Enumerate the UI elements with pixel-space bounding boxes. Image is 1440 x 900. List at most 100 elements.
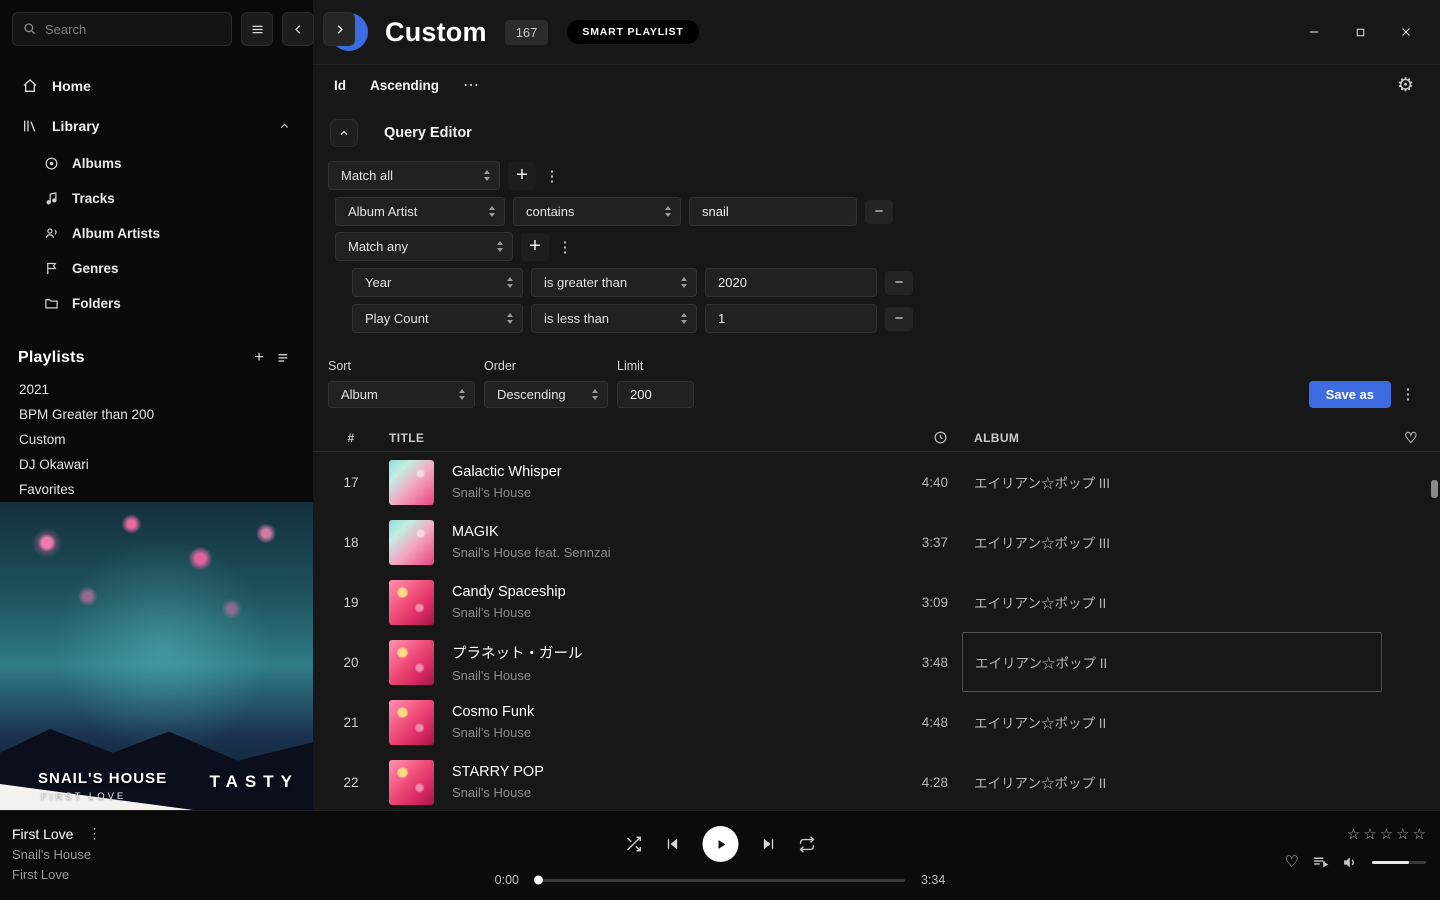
sidebar-item-album-artists[interactable]: Album Artists <box>44 216 313 251</box>
collapse-query-editor-button[interactable] <box>330 119 358 147</box>
volume-slider[interactable] <box>1372 861 1426 864</box>
settings-gear-button[interactable]: ⚙ <box>1397 76 1414 95</box>
select-value: Album <box>341 387 378 402</box>
column-title[interactable]: TITLE <box>389 431 872 445</box>
group-options-button[interactable]: ⋮ <box>557 233 573 261</box>
close-button[interactable] <box>1398 24 1414 40</box>
search-input[interactable] <box>45 22 221 37</box>
favorite-button[interactable]: ♡ <box>1285 852 1299 872</box>
track-album-focused[interactable]: エイリアン☆ポップ II <box>962 632 1382 692</box>
rule-field-select[interactable]: Year <box>352 268 523 297</box>
select-value: Album Artist <box>348 204 417 219</box>
table-row[interactable]: 22 STARRY POP Snail's House 4:28 エイリアン☆ポ… <box>313 752 1440 810</box>
rule-value-input[interactable] <box>689 197 857 226</box>
more-options-button[interactable]: ⋯ <box>463 75 480 95</box>
menu-button[interactable] <box>241 12 273 46</box>
add-playlist-button[interactable]: + <box>247 347 271 369</box>
track-artist: Snail's House <box>452 668 583 683</box>
playlist-item[interactable]: 2021 <box>0 377 313 402</box>
limit-input[interactable] <box>617 381 694 408</box>
search-box[interactable] <box>12 12 232 46</box>
table-row[interactable]: 19 Candy Spaceship Snail's House 3:09 エイ… <box>313 572 1440 632</box>
spinner-icon <box>484 170 490 181</box>
seek-slider[interactable] <box>535 879 905 882</box>
scrollbar-thumb[interactable] <box>1431 480 1438 498</box>
repeat-button[interactable] <box>799 836 816 853</box>
star-icon[interactable]: ☆ <box>1347 825 1360 843</box>
select-value: contains <box>526 204 574 219</box>
column-favorite[interactable]: ♡ <box>1404 429 1418 447</box>
column-number[interactable]: # <box>313 431 389 445</box>
match-all-select[interactable]: Match all <box>328 161 500 190</box>
star-icon[interactable]: ☆ <box>1396 825 1409 843</box>
rule-operator-select[interactable]: contains <box>513 197 681 226</box>
sort-field-button[interactable]: Id <box>334 78 346 93</box>
playlist-item[interactable]: BPM Greater than 200 <box>0 402 313 427</box>
queue-button[interactable] <box>1312 854 1329 871</box>
table-row[interactable]: 17 Galactic Whisper Snail's House 4:40 エ… <box>313 452 1440 512</box>
sidebar-item-albums[interactable]: Albums <box>44 146 313 181</box>
remove-rule-button[interactable]: − <box>885 307 913 331</box>
chevron-up-icon[interactable] <box>278 120 291 133</box>
track-album[interactable]: エイリアン☆ポップ II <box>962 752 1382 810</box>
star-icon[interactable]: ☆ <box>1413 825 1426 843</box>
nav-back-button[interactable] <box>282 12 314 46</box>
previous-button[interactable] <box>665 836 681 852</box>
sidebar-item-folders[interactable]: Folders <box>44 286 313 321</box>
rule-operator-select[interactable]: is greater than <box>531 268 697 297</box>
minimize-button[interactable] <box>1306 24 1322 40</box>
playlist-item[interactable]: Custom <box>0 427 313 452</box>
table-row[interactable]: 20 プラネット・ガール Snail's House 3:48 エイリアン☆ポッ… <box>313 632 1440 692</box>
playlist-item[interactable]: Favorites <box>0 477 313 502</box>
sort-direction-button[interactable]: Ascending <box>370 78 439 93</box>
nav-forward-button[interactable] <box>323 12 355 46</box>
select-value: Year <box>365 275 391 290</box>
sidebar-item-library[interactable]: Library <box>0 106 313 146</box>
playlist-item[interactable]: DJ Okawari <box>0 452 313 477</box>
match-any-select[interactable]: Match any <box>335 232 513 261</box>
remove-rule-button[interactable]: − <box>885 271 913 295</box>
spinner-icon <box>507 313 513 324</box>
shuffle-button[interactable] <box>625 835 643 853</box>
query-editor-header: Query Editor <box>330 119 1440 147</box>
rule-operator-select[interactable]: is less than <box>531 304 697 333</box>
rule-value-input[interactable] <box>705 268 877 297</box>
rule-field-select[interactable]: Play Count <box>352 304 523 333</box>
seek-handle[interactable] <box>534 876 543 885</box>
sidebar-item-home[interactable]: Home <box>0 66 313 106</box>
add-group-rule-button[interactable]: + <box>521 233 549 261</box>
rule-field-select[interactable]: Album Artist <box>335 197 505 226</box>
track-album[interactable]: エイリアン☆ポップ III <box>962 452 1382 512</box>
rule-group-options-button[interactable]: ⋮ <box>544 162 560 190</box>
track-duration: 3:09 <box>872 595 962 610</box>
table-row[interactable]: 18 MAGIK Snail's House feat. Sennzai 3:3… <box>313 512 1440 572</box>
sidebar-item-tracks[interactable]: Tracks <box>44 181 313 216</box>
table-row[interactable]: 21 Cosmo Funk Snail's House 4:48 エイリアン☆ポ… <box>313 692 1440 752</box>
track-options-button[interactable]: ⋮ <box>87 825 101 842</box>
skip-back-icon <box>665 836 681 852</box>
save-as-button[interactable]: Save as <box>1309 381 1391 408</box>
save-options-button[interactable]: ⋮ <box>1400 380 1416 408</box>
sidebar-item-genres[interactable]: Genres <box>44 251 313 286</box>
track-album[interactable]: エイリアン☆ポップ III <box>962 512 1382 572</box>
column-duration[interactable] <box>933 430 962 445</box>
sidebar-nav: Home Library <box>0 66 313 321</box>
rule-value-input[interactable] <box>705 304 877 333</box>
volume-button[interactable] <box>1342 854 1359 871</box>
track-album[interactable]: エイリアン☆ポップ II <box>962 572 1382 632</box>
track-title: Candy Spaceship <box>452 584 566 600</box>
star-icon[interactable]: ☆ <box>1363 825 1376 843</box>
track-album[interactable]: エイリアン☆ポップ II <box>962 692 1382 752</box>
play-pause-button[interactable] <box>703 826 739 862</box>
playlist-list-icon[interactable] <box>271 347 295 369</box>
remove-rule-button[interactable]: − <box>865 200 893 224</box>
track-number: 20 <box>313 655 389 670</box>
next-button[interactable] <box>761 836 777 852</box>
maximize-button[interactable] <box>1352 24 1368 40</box>
column-album[interactable]: ALBUM <box>962 431 1382 445</box>
order-select[interactable]: Descending <box>484 381 608 408</box>
add-rule-button[interactable]: + <box>508 162 536 190</box>
sort-select[interactable]: Album <box>328 381 475 408</box>
track-title-cell: STARRY POP Snail's House <box>389 760 872 805</box>
star-icon[interactable]: ☆ <box>1380 825 1393 843</box>
